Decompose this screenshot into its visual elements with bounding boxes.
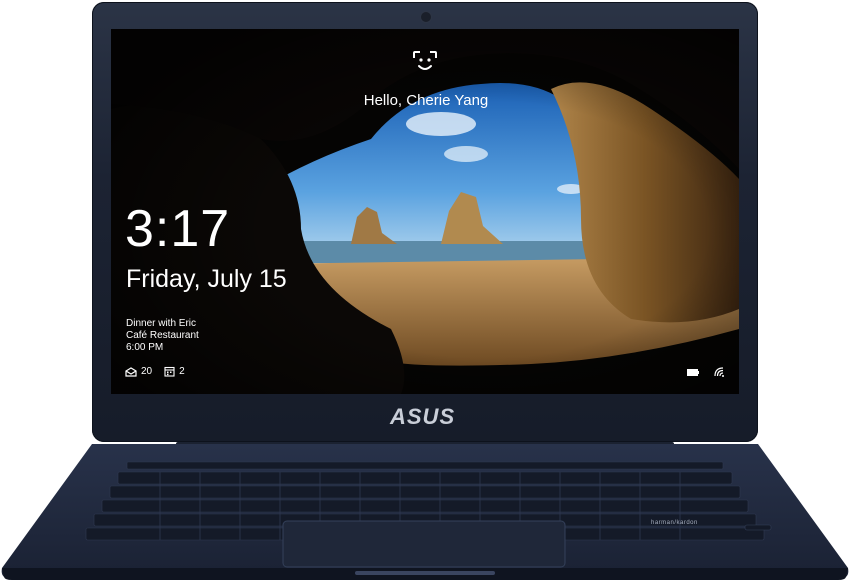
calendar-event: Dinner with Eric Café Restaurant 6:00 PM — [126, 318, 199, 354]
windows-hello-face-icon — [413, 51, 437, 70]
event-location: Café Restaurant — [126, 330, 199, 341]
calendar-icon — [164, 366, 175, 377]
mail-badge: 20 — [125, 366, 152, 377]
mail-count: 20 — [141, 366, 153, 377]
wifi-icon — [714, 367, 724, 377]
asus-logo: ASUS — [390, 404, 456, 429]
webcam — [420, 11, 432, 23]
notification-badges: 20 2 — [125, 366, 185, 377]
laptop-keyboard-deck — [1, 442, 849, 580]
user-greeting: Hello, Cherie Yang — [363, 92, 489, 109]
event-time: 6:00 PM — [126, 342, 164, 353]
battery-icon — [687, 368, 699, 376]
event-title: Dinner with Eric — [126, 318, 197, 329]
calendar-count: 2 — [179, 366, 185, 377]
system-status — [687, 366, 725, 378]
harman-kardon-label: harman/kardon — [651, 520, 698, 526]
lock-screen-date: Friday, July 15 — [126, 265, 287, 293]
mail-icon — [125, 366, 137, 377]
lock-screen[interactable]: Hello, Cherie Yang 3:17 Friday, July 15 … — [111, 29, 739, 394]
calendar-badge: 2 — [164, 366, 185, 377]
lock-screen-time: 3:17 — [125, 200, 231, 258]
